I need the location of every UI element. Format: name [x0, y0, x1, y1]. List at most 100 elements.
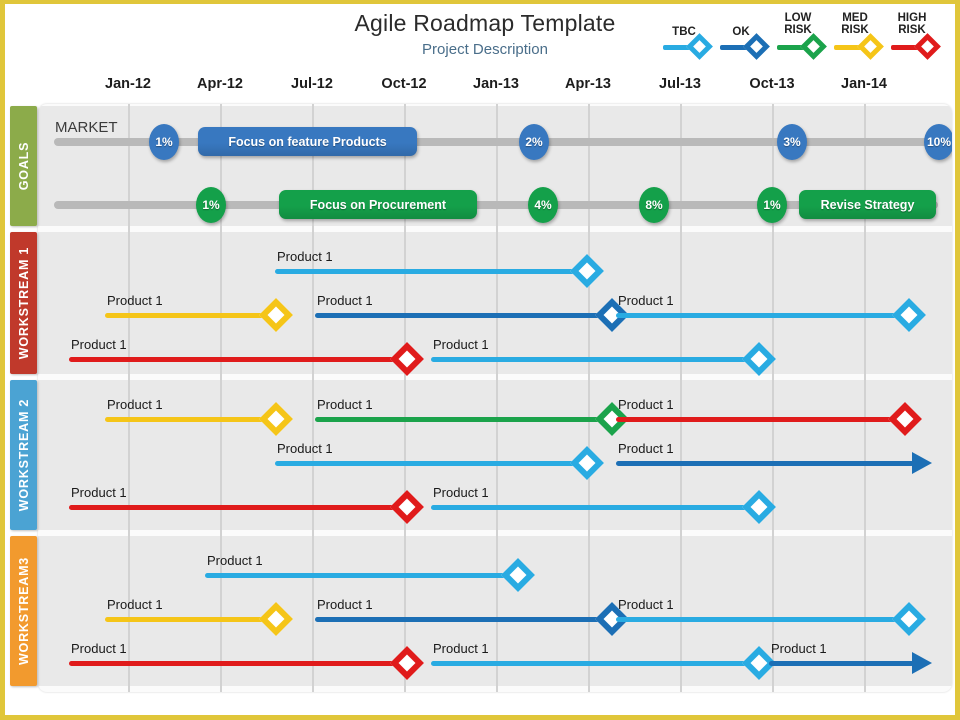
task-label: Product 1 — [277, 249, 333, 264]
task-label: Product 1 — [433, 337, 489, 352]
task-line — [315, 313, 612, 318]
timeline-tick: Apr-13 — [565, 76, 611, 92]
task-line — [616, 617, 909, 622]
page-title: Agile Roadmap Template — [354, 10, 616, 36]
diamond-icon — [686, 33, 713, 60]
goal-milestone[interactable]: 1% — [149, 124, 179, 160]
task-label: Product 1 — [317, 597, 373, 612]
task-line — [431, 661, 759, 666]
timeline-axis: Jan-12 Apr-12 Jul-12 Oct-12 Jan-13 Apr-13 Jul-… — [5, 76, 956, 104]
task-line — [105, 617, 276, 622]
market-label: MARKET — [55, 119, 118, 136]
task-bar[interactable]: Product 1 — [205, 553, 535, 592]
task-label: Product 1 — [771, 641, 827, 656]
sidebar-item-workstream-2[interactable]: WORKSTREAM 2 — [10, 380, 37, 530]
goal-pill[interactable]: Revise Strategy — [799, 190, 936, 219]
goal-milestone[interactable]: 1% — [757, 187, 787, 223]
task-label: Product 1 — [277, 441, 333, 456]
task-bar[interactable]: Product 1 — [769, 641, 932, 674]
sidebar-item-label: GOALS — [16, 141, 31, 191]
task-bar[interactable]: Product 1 — [275, 249, 604, 288]
task-bar[interactable]: Product 1 — [105, 397, 293, 436]
task-bar[interactable]: Product 1 — [315, 397, 629, 436]
task-line — [105, 417, 276, 422]
goal-milestone[interactable]: 8% — [639, 187, 669, 223]
sidebar-item-label: WORKSTREAM 2 — [16, 398, 31, 512]
timeline-tick: Jan-14 — [841, 76, 887, 92]
timeline-tick: Jan-13 — [473, 76, 519, 92]
diamond-icon — [857, 33, 884, 60]
task-line — [69, 357, 407, 362]
goal-pill[interactable]: Focus on feature Products — [198, 127, 417, 156]
task-label: Product 1 — [317, 397, 373, 412]
task-label: Product 1 — [433, 485, 489, 500]
task-line — [69, 661, 407, 666]
task-bar[interactable]: Product 1 — [431, 641, 776, 680]
diamond-icon — [743, 33, 770, 60]
legend-item-high-risk: HIGH RISK — [891, 10, 948, 68]
task-label: Product 1 — [207, 553, 263, 568]
goal-milestone[interactable]: 10% — [924, 124, 952, 160]
task-label: Product 1 — [107, 597, 163, 612]
task-label: Product 1 — [107, 293, 163, 308]
task-bar[interactable]: Product 1 — [315, 293, 629, 332]
header: Agile Roadmap Template Project Descripti… — [5, 4, 956, 72]
task-line — [275, 461, 587, 466]
task-label: Product 1 — [107, 397, 163, 412]
diamond-icon — [914, 33, 941, 60]
arrow-icon — [912, 452, 932, 474]
goal-milestone[interactable]: 2% — [519, 124, 549, 160]
legend-marker — [663, 33, 720, 60]
diamond-icon — [800, 33, 827, 60]
task-line — [275, 269, 587, 274]
task-line — [616, 461, 914, 466]
sidebar-item-workstream-1[interactable]: WORKSTREAM 1 — [10, 232, 37, 374]
task-label: Product 1 — [317, 293, 373, 308]
arrow-icon — [912, 652, 932, 674]
sidebar-item-label: WORKSTREAM 1 — [16, 246, 31, 360]
roadmap-page: Agile Roadmap Template Project Descripti… — [0, 0, 960, 720]
legend-item-med-risk: MED RISK — [834, 10, 891, 68]
legend-marker — [720, 33, 777, 60]
goal-milestone[interactable]: 3% — [777, 124, 807, 160]
task-line — [105, 313, 276, 318]
task-label: Product 1 — [618, 441, 674, 456]
task-label: Product 1 — [71, 337, 127, 352]
goal-pill[interactable]: Focus on Procurement — [279, 190, 477, 219]
timeline-tick: Jul-13 — [659, 76, 701, 92]
legend-item-low-risk: LOW RISK — [777, 10, 834, 68]
task-label: Product 1 — [71, 485, 127, 500]
task-label: Product 1 — [618, 293, 674, 308]
timeline-tick: Jan-12 — [105, 76, 151, 92]
task-bar[interactable]: Product 1 — [616, 597, 926, 636]
sidebar-item-goals[interactable]: GOALS — [10, 106, 37, 226]
legend-item-tbc: TBC — [663, 10, 720, 68]
task-bar[interactable]: Product 1 — [431, 337, 776, 376]
task-bar[interactable]: Product 1 — [315, 597, 629, 636]
task-bar[interactable]: Product 1 — [616, 441, 932, 474]
task-line — [616, 313, 909, 318]
task-bar[interactable]: Product 1 — [105, 293, 293, 332]
timeline-tick: Apr-12 — [197, 76, 243, 92]
task-bar[interactable]: Product 1 — [69, 485, 424, 524]
task-label: Product 1 — [618, 397, 674, 412]
roadmap-panel: MARKET Focus on feature Products 1% 2% 3% 10%… — [38, 104, 952, 692]
task-bar[interactable]: Product 1 — [616, 293, 926, 332]
task-bar[interactable]: Product 1 — [105, 597, 293, 636]
task-bar[interactable]: Product 1 — [275, 441, 604, 480]
goal-milestone[interactable]: 4% — [528, 187, 558, 223]
timeline-tick: Oct-12 — [381, 76, 427, 92]
goal-milestone[interactable]: 1% — [196, 187, 226, 223]
page-subtitle: Project Description — [422, 41, 548, 58]
task-line — [315, 417, 612, 422]
legend-marker — [891, 33, 948, 60]
task-bar[interactable]: Product 1 — [616, 397, 922, 436]
task-bar[interactable]: Product 1 — [431, 485, 776, 524]
task-label: Product 1 — [71, 641, 127, 656]
legend-item-ok: OK — [720, 10, 777, 68]
task-bar[interactable]: Product 1 — [69, 337, 424, 376]
task-line — [616, 417, 905, 422]
legend-marker — [834, 33, 891, 60]
sidebar-item-workstream3[interactable]: WORKSTREAM3 — [10, 536, 37, 686]
task-bar[interactable]: Product 1 — [69, 641, 424, 680]
